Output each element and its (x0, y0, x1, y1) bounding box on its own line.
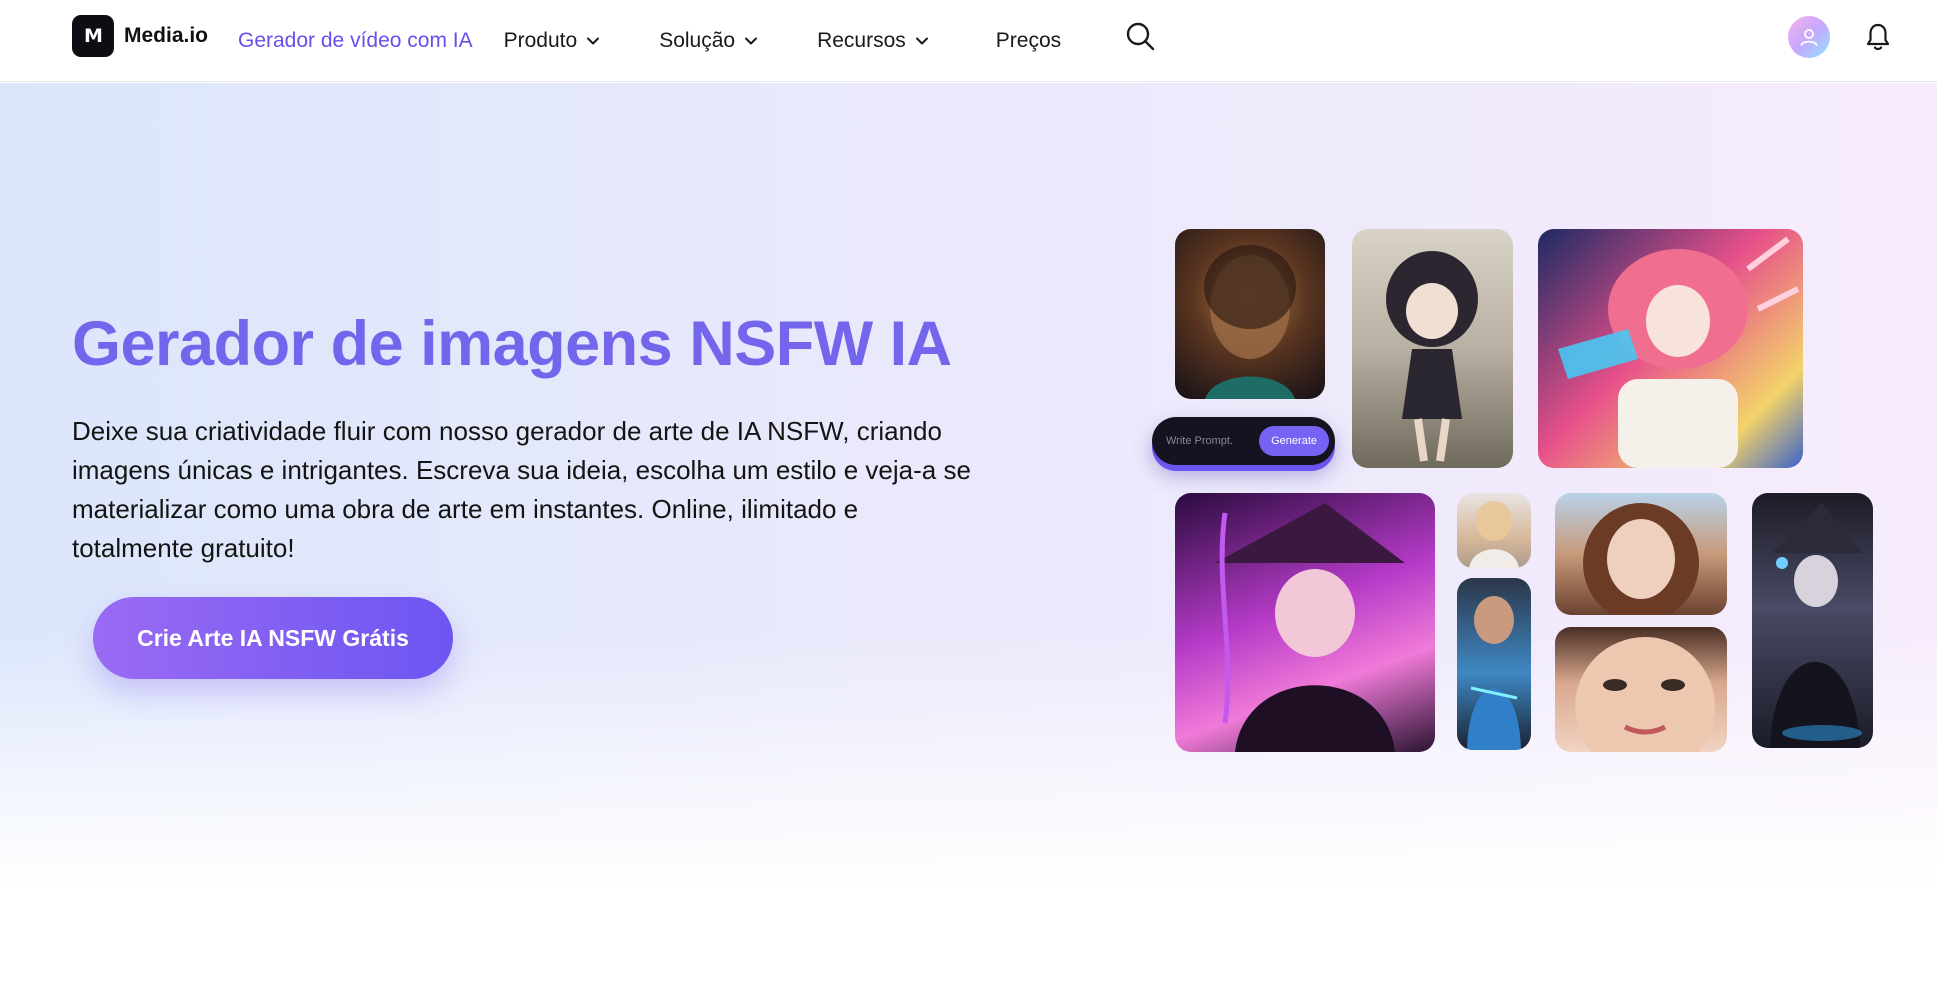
nav-label: Produto (503, 29, 578, 52)
gallery-image-dark-witch (1752, 493, 1873, 748)
nav-label: Recursos (817, 29, 906, 52)
nav-ai-video-generator[interactable]: Gerador de vídeo com IA (238, 29, 473, 53)
user-icon (1800, 29, 1818, 46)
nav-label: Preços (995, 29, 1062, 52)
page-title: Gerador de imagens NSFW IA (72, 309, 952, 379)
media-io-logo-icon: M (72, 15, 114, 57)
gallery-image-sci-fi-woman (1457, 578, 1531, 750)
nav-solucao[interactable]: Solução (659, 29, 759, 53)
chevron-down-icon (745, 37, 758, 45)
gallery-image-brunette-portrait (1555, 493, 1727, 615)
brand-logo[interactable]: M Media.io (72, 15, 208, 57)
prompt-preview-bar: Write Prompt. Generate (1152, 417, 1335, 465)
gallery-image-anime-chibi (1352, 229, 1513, 468)
hero-description: Deixe sua criatividade fluir com nosso g… (72, 416, 971, 563)
search-icon[interactable] (1124, 20, 1156, 52)
chevron-down-icon (915, 37, 928, 45)
nav-label: Solução (659, 29, 736, 52)
gallery-image-closeup-face (1555, 627, 1727, 752)
gallery-image-witch (1175, 493, 1435, 752)
create-nsfw-art-button[interactable]: Crie Arte IA NSFW Grátis (93, 597, 453, 679)
bell-icon[interactable] (1864, 22, 1892, 52)
nav-produto[interactable]: Produto (504, 29, 602, 53)
generate-button-preview: Generate (1259, 426, 1329, 456)
brand-name: Media.io (124, 24, 209, 47)
gallery-image-blonde-thumb (1457, 493, 1531, 568)
nav-precos[interactable]: Preços (996, 29, 1061, 53)
gallery-image-golden-portrait (1175, 229, 1325, 399)
prompt-placeholder-text: Write Prompt. (1166, 435, 1234, 447)
main-nav: Gerador de vídeo com IA Produto Solução … (238, 0, 1061, 82)
chevron-down-icon (587, 37, 600, 45)
nav-recursos[interactable]: Recursos (817, 29, 930, 53)
user-avatar[interactable] (1788, 16, 1830, 58)
nav-label: Gerador de vídeo com IA (238, 29, 473, 52)
gallery-image-anime-pink-hair (1538, 229, 1803, 468)
top-navigation-bar: M Media.io Gerador de vídeo com IA Produ… (0, 0, 1937, 82)
